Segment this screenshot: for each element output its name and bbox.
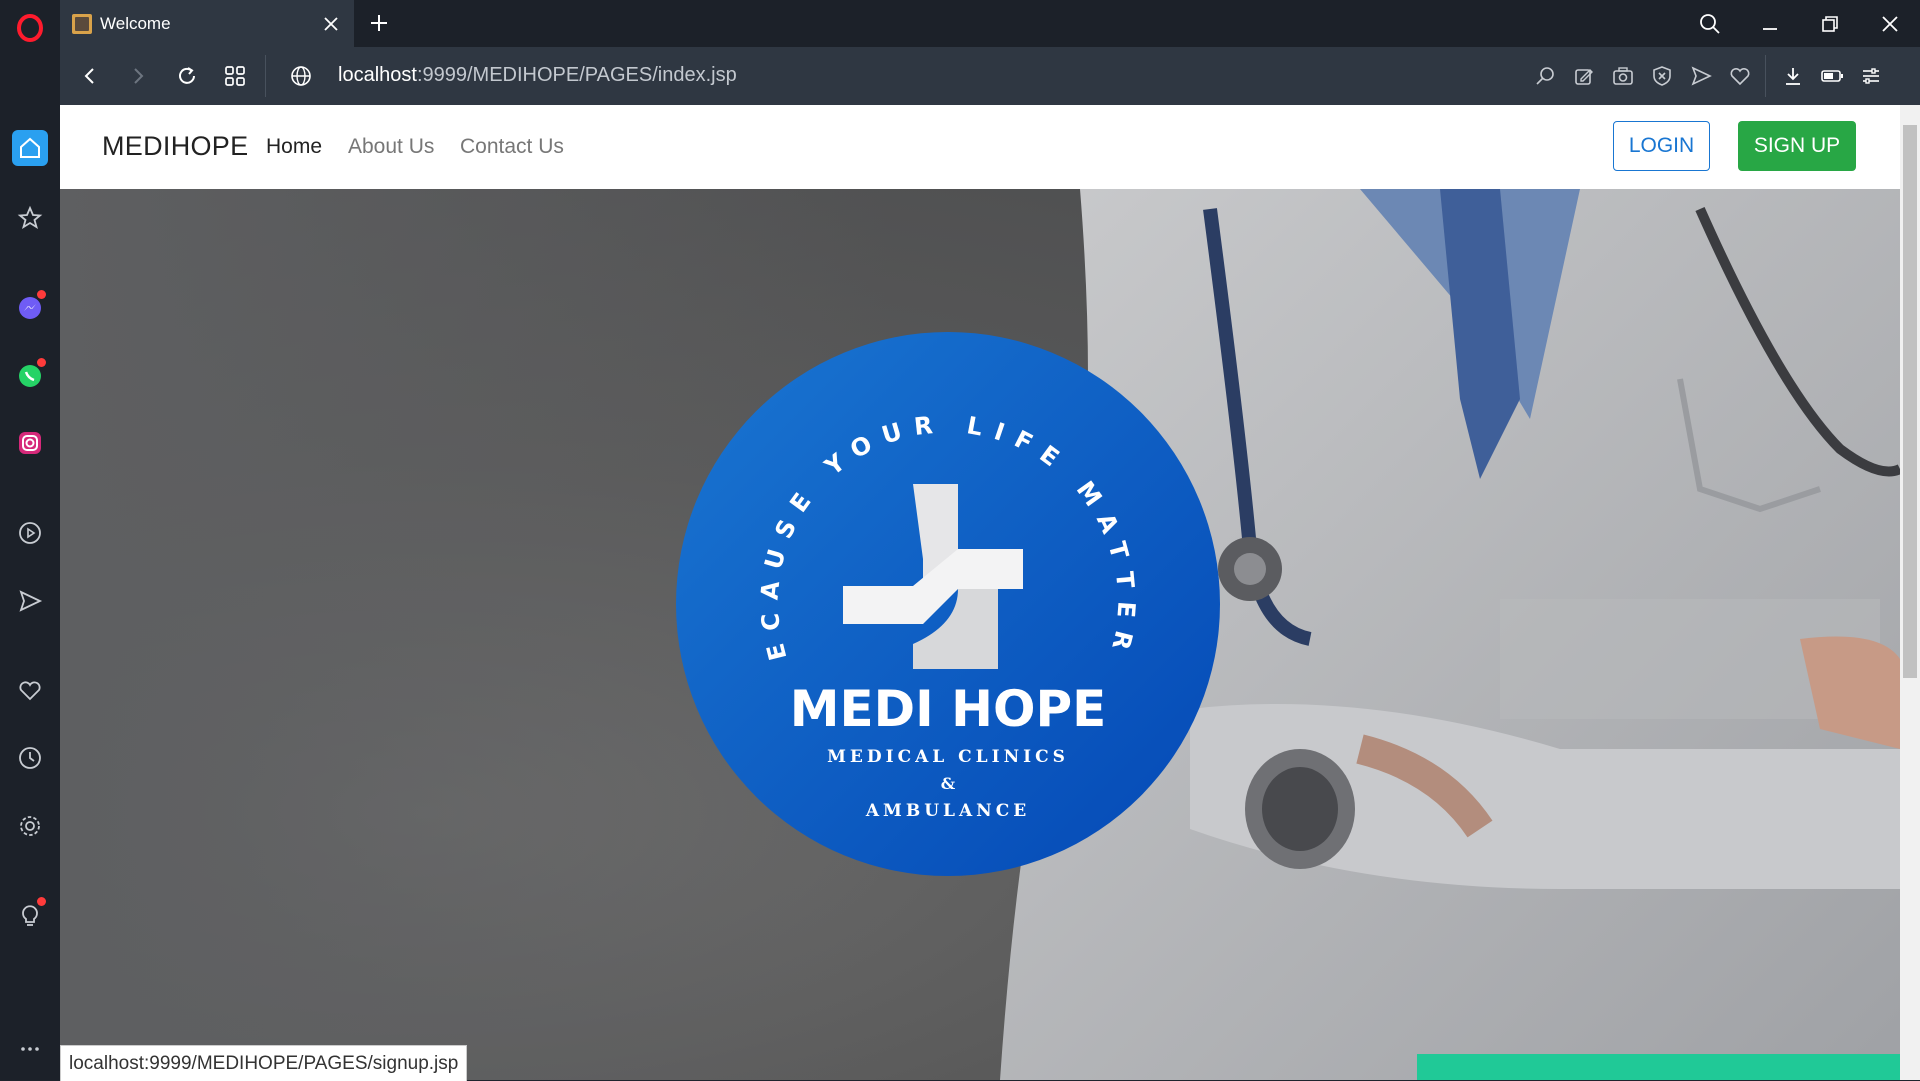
signup-button[interactable]: SIGN UP xyxy=(1738,121,1856,171)
download-icon[interactable] xyxy=(1778,61,1808,91)
notification-badge xyxy=(37,897,46,906)
restore-icon[interactable] xyxy=(1800,0,1860,47)
close-window-icon[interactable] xyxy=(1860,0,1920,47)
logo-line3: AMBULANCE xyxy=(865,801,1030,821)
tabs-grid-icon[interactable] xyxy=(220,61,250,91)
back-icon[interactable] xyxy=(75,61,105,91)
instagram-icon[interactable] xyxy=(10,423,50,463)
page-scrollbar[interactable] xyxy=(1900,105,1920,1080)
easy-setup-icon[interactable] xyxy=(1856,61,1886,91)
snapshot-icon[interactable] xyxy=(1608,61,1638,91)
nav-about[interactable]: About Us xyxy=(348,135,434,159)
player-icon[interactable] xyxy=(10,513,50,553)
opera-logo-icon[interactable] xyxy=(10,8,50,48)
scrollbar-thumb[interactable] xyxy=(1903,125,1917,678)
favicon-icon xyxy=(72,13,92,34)
tab-welcome[interactable]: Welcome xyxy=(60,0,354,47)
star-icon[interactable] xyxy=(10,198,50,238)
minimize-icon[interactable] xyxy=(1740,0,1800,47)
browser-window: Welcome localhost:9999/MEDIHOPE/PAGES/in… xyxy=(0,0,1920,1081)
heart-icon[interactable] xyxy=(10,671,50,711)
divider xyxy=(265,55,266,97)
send-icon[interactable] xyxy=(1686,61,1716,91)
tab-bar: Welcome xyxy=(60,0,1920,47)
hero-section: BECAUSE YOUR LIFE MATTERS MEDI HOPE MEDI… xyxy=(60,189,1900,1080)
medihope-logo: BECAUSE YOUR LIFE MATTERS MEDI HOPE MEDI… xyxy=(668,324,1220,876)
search-tabs-icon[interactable] xyxy=(1680,0,1740,47)
logo-name: MEDI HOPE xyxy=(790,680,1107,738)
history-icon[interactable] xyxy=(10,738,50,778)
divider xyxy=(1765,55,1766,97)
web-page: MEDIHOPE Home About Us Contact Us LOGIN … xyxy=(60,105,1900,1080)
url-path: :9999/MEDIHOPE/PAGES/index.jsp xyxy=(416,64,737,86)
close-tab-icon[interactable] xyxy=(316,9,346,39)
navigation-bar: localhost:9999/MEDIHOPE/PAGES/index.jsp xyxy=(60,47,1920,105)
nav-home[interactable]: Home xyxy=(266,135,322,159)
nav-contact[interactable]: Contact Us xyxy=(460,135,564,159)
lightbulb-icon[interactable] xyxy=(10,895,50,935)
adblock-icon[interactable] xyxy=(1647,61,1677,91)
bookmark-heart-icon[interactable] xyxy=(1725,61,1755,91)
edit-icon[interactable] xyxy=(1569,61,1599,91)
page-search-icon[interactable] xyxy=(1530,61,1560,91)
notification-badge xyxy=(37,290,46,299)
tab-title: Welcome xyxy=(100,13,171,33)
url-host: localhost xyxy=(338,64,417,86)
settings-icon[interactable] xyxy=(10,806,50,846)
loading-progress-bar xyxy=(1417,1054,1900,1080)
notification-badge xyxy=(37,358,46,367)
battery-icon[interactable] xyxy=(1817,61,1847,91)
reload-icon[interactable] xyxy=(172,61,202,91)
brand-logo[interactable]: MEDIHOPE xyxy=(102,131,248,162)
forward-icon[interactable] xyxy=(123,61,153,91)
logo-line1: MEDICAL CLINICS xyxy=(827,747,1069,767)
flow-icon[interactable] xyxy=(10,581,50,621)
more-icon[interactable] xyxy=(10,1029,50,1069)
site-info-icon[interactable] xyxy=(286,61,316,91)
new-tab-button[interactable] xyxy=(364,8,394,38)
login-button[interactable]: LOGIN xyxy=(1613,121,1710,171)
address-field[interactable]: localhost:9999/MEDIHOPE/PAGES/index.jsp xyxy=(338,64,737,87)
status-url: localhost:9999/MEDIHOPE/PAGES/signup.jsp xyxy=(60,1045,468,1081)
messenger-icon[interactable] xyxy=(10,288,50,328)
browser-sidebar xyxy=(0,0,60,1080)
logo-line2: & xyxy=(941,774,956,793)
whatsapp-icon[interactable] xyxy=(10,356,50,396)
site-navbar: MEDIHOPE Home About Us Contact Us LOGIN … xyxy=(60,105,1900,189)
home-icon[interactable] xyxy=(12,130,48,166)
